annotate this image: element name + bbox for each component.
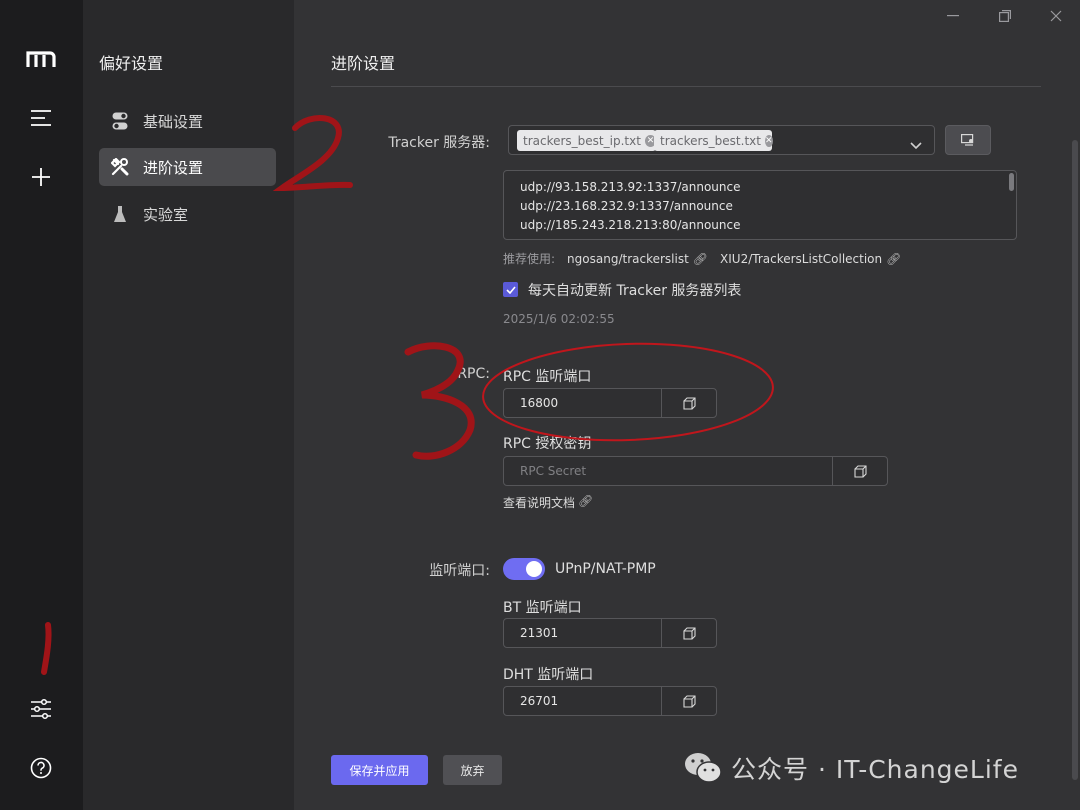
tag-label: trackers_best_ip.txt [523,133,641,148]
dice-icon[interactable] [661,619,716,647]
tracker-label: Tracker 服务器: [388,135,490,151]
dht-port-value: 26701 [520,694,559,708]
page-title: 进阶设置 [331,54,396,73]
app-rail [0,0,83,810]
tracker-source-select[interactable]: trackers_best_ip.txt ✕ trackers_best.txt… [508,125,935,155]
maximize-icon[interactable] [995,6,1015,26]
docs-row: 查看说明文档 🔗︎ [503,494,593,511]
docs-link[interactable]: 查看说明文档 [503,494,575,511]
rpc-port-value: 16800 [520,396,559,410]
sidebar-item-label: 实验室 [143,205,189,224]
help-icon[interactable] [22,749,60,787]
last-update-time: 2025/1/6 02:02:55 [503,312,615,326]
tracker-server-line: udp://23.168.232.9:1337/announce [520,199,733,213]
watermark-text: 公众号 · IT-ChangeLife [731,755,1019,784]
plus-icon[interactable] [22,158,60,196]
tools-icon [111,158,129,176]
textarea-scrollbar[interactable] [1009,173,1014,191]
settings-sidebar: 偏好设置 基础设置 进阶设置 实验室 [83,0,294,810]
sidebar-item-label: 基础设置 [143,112,204,131]
tracker-tag[interactable]: trackers_best_ip.txt ✕ [517,130,656,151]
tracker-server-line: udp://93.158.213.92:1337/announce [520,180,741,194]
tracker-server-line: udp://185.243.218.213:80/announce [520,218,741,232]
dht-port-label: DHT 监听端口 [503,667,594,683]
check-icon [505,285,516,294]
toggle-switches-icon [111,112,129,130]
xiu2-link[interactable]: XIU2/TrackersListCollection [720,252,882,266]
toggle-knob [526,561,542,577]
sidebar-item-label: 进阶设置 [143,158,204,177]
recommend-prefix: 推荐使用: [503,252,556,266]
tag-label: trackers_best.txt [660,133,761,148]
link-icon: 🔗︎ [692,251,709,266]
sidebar-title: 偏好设置 [99,54,164,73]
tag-remove-icon[interactable]: ✕ [764,134,773,147]
sliders-icon[interactable] [22,690,60,728]
ngosang-link[interactable]: ngosang/trackerslist [567,252,689,266]
sync-icon [961,131,975,150]
upnp-label: UPnP/NAT-PMP [555,561,656,577]
auto-update-label[interactable]: 每天自动更新 Tracker 服务器列表 [528,280,741,300]
minimize-icon[interactable] [943,6,963,26]
discard-button[interactable]: 放弃 [443,755,502,785]
close-icon[interactable] [1046,6,1066,26]
tracker-tag[interactable]: trackers_best.txt ✕ [654,130,773,151]
header-divider [331,86,1041,87]
listen-port-label: 监听端口: [429,563,490,579]
watermark: 公众号 · IT-ChangeLife [683,750,1019,786]
rpc-label: RPC: [457,366,490,382]
sidebar-item-lab[interactable]: 实验室 [99,195,276,233]
sidebar-item-basic[interactable]: 基础设置 [99,102,276,140]
recommend-row: 推荐使用: ngosang/trackerslist 🔗︎ XIU2/Track… [503,250,901,267]
sync-tracker-button[interactable] [945,125,991,155]
tracker-servers-textarea[interactable]: udp://93.158.213.92:1337/announce udp://… [503,170,1017,240]
bt-port-input[interactable]: 21301 [503,618,717,648]
link-icon: 🔗︎ [886,251,902,266]
bt-port-label: BT 监听端口 [503,600,582,616]
main-scrollbar[interactable] [1072,140,1078,780]
chevron-down-icon[interactable] [910,135,922,154]
wechat-icon [685,753,722,783]
annotation-3 [404,342,475,460]
link-icon: 🔗︎ [578,494,594,508]
dice-icon[interactable] [661,687,716,715]
rpc-port-label: RPC 监听端口 [503,369,592,385]
sidebar-item-advanced[interactable]: 进阶设置 [99,148,276,186]
dice-icon[interactable] [832,457,887,485]
dht-port-input[interactable]: 26701 [503,686,717,716]
flask-icon [111,205,129,223]
rpc-secret-label: RPC 授权密钥 [503,436,592,452]
upnp-toggle[interactable] [503,558,545,580]
auto-update-checkbox[interactable] [503,282,518,297]
rpc-secret-placeholder: RPC Secret [520,464,587,478]
save-apply-button[interactable]: 保存并应用 [331,755,428,785]
menu-icon[interactable] [22,99,60,137]
rpc-port-input[interactable]: 16800 [503,388,717,418]
dice-icon[interactable] [661,389,716,417]
bt-port-value: 21301 [520,626,559,640]
rpc-secret-input[interactable]: RPC Secret [503,456,888,486]
motrix-logo-icon[interactable] [22,40,60,78]
